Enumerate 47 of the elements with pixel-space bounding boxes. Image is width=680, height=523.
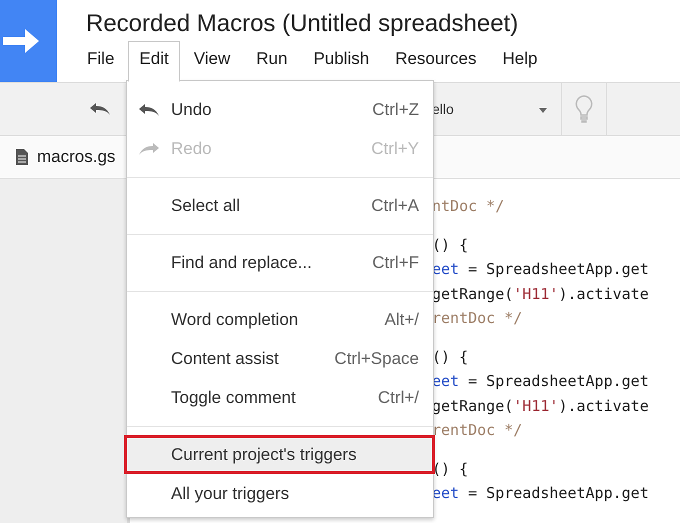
shortcut-label: Ctrl+Space bbox=[334, 348, 419, 368]
menu-item-label: Undo bbox=[171, 100, 213, 120]
code-line: rentDoc */ bbox=[432, 308, 522, 329]
menu-bar-item[interactable]: Publish bbox=[312, 41, 370, 82]
shortcut-label: Ctrl+A bbox=[371, 196, 419, 216]
shortcut-label: Ctrl+F bbox=[372, 252, 419, 272]
code-line: getRange('H11').activate bbox=[432, 284, 649, 304]
menu-item-label: All your triggers bbox=[171, 484, 290, 504]
menu-item-label: Find and replace... bbox=[171, 252, 313, 272]
menu-item-label: Word completion bbox=[171, 310, 300, 330]
menu-bar-item[interactable]: Help bbox=[501, 41, 538, 82]
code-line: () { bbox=[432, 458, 468, 480]
menu-item[interactable]: All your triggers bbox=[127, 474, 433, 513]
code-line: () { bbox=[432, 346, 468, 368]
menu-item[interactable]: Content assist Ctrl+Space bbox=[127, 339, 433, 378]
code-line: () { bbox=[432, 234, 468, 256]
app-logo[interactable] bbox=[0, 0, 57, 82]
undo-icon bbox=[138, 102, 160, 116]
shortcut-label: Ctrl+Y bbox=[371, 138, 419, 158]
menu-item[interactable]: Word completion Alt+/ bbox=[127, 300, 433, 339]
menu-bar-item[interactable]: Edit bbox=[128, 41, 180, 82]
menu-bar-item[interactable]: View bbox=[192, 41, 232, 82]
code-line: ntDoc */ bbox=[432, 196, 504, 217]
menu-item-label: Current project's triggers bbox=[171, 444, 358, 464]
menu-bar-item[interactable]: Run bbox=[255, 41, 288, 82]
code-line: rentDoc */ bbox=[432, 420, 522, 441]
undo-icon[interactable] bbox=[89, 102, 111, 116]
file-tab[interactable]: macros.gs bbox=[0, 147, 116, 167]
code-line: getRange('H11').activate bbox=[432, 396, 649, 416]
menu-bar-item[interactable]: Resources bbox=[394, 41, 478, 82]
shortcut-label: Alt+/ bbox=[384, 310, 419, 330]
menu-item-label: Select all bbox=[171, 196, 241, 216]
menu-item-label: Toggle comment bbox=[171, 388, 297, 408]
redo-icon bbox=[138, 142, 160, 156]
shortcut-label: Ctrl+Z bbox=[372, 100, 419, 120]
menu-item[interactable]: Undo Ctrl+Z bbox=[127, 90, 433, 129]
shortcut-label: Ctrl+/ bbox=[378, 388, 419, 408]
document-title: Recorded Macros (Untitled spreadsheet) bbox=[86, 10, 520, 39]
menu-bar-item[interactable]: File bbox=[86, 41, 116, 82]
menu-item-label: Content assist bbox=[171, 348, 280, 368]
caret-icon bbox=[539, 108, 547, 112]
document-icon bbox=[16, 149, 28, 165]
menu-item[interactable]: Toggle comment Ctrl+/ bbox=[127, 378, 433, 417]
menu-item[interactable]: Current project's triggers bbox=[124, 435, 435, 474]
menu-item[interactable]: Select all Ctrl+A bbox=[127, 186, 433, 225]
menu-item-label: Redo bbox=[171, 138, 213, 158]
menu-item[interactable]: Find and replace... Ctrl+F bbox=[127, 243, 433, 282]
